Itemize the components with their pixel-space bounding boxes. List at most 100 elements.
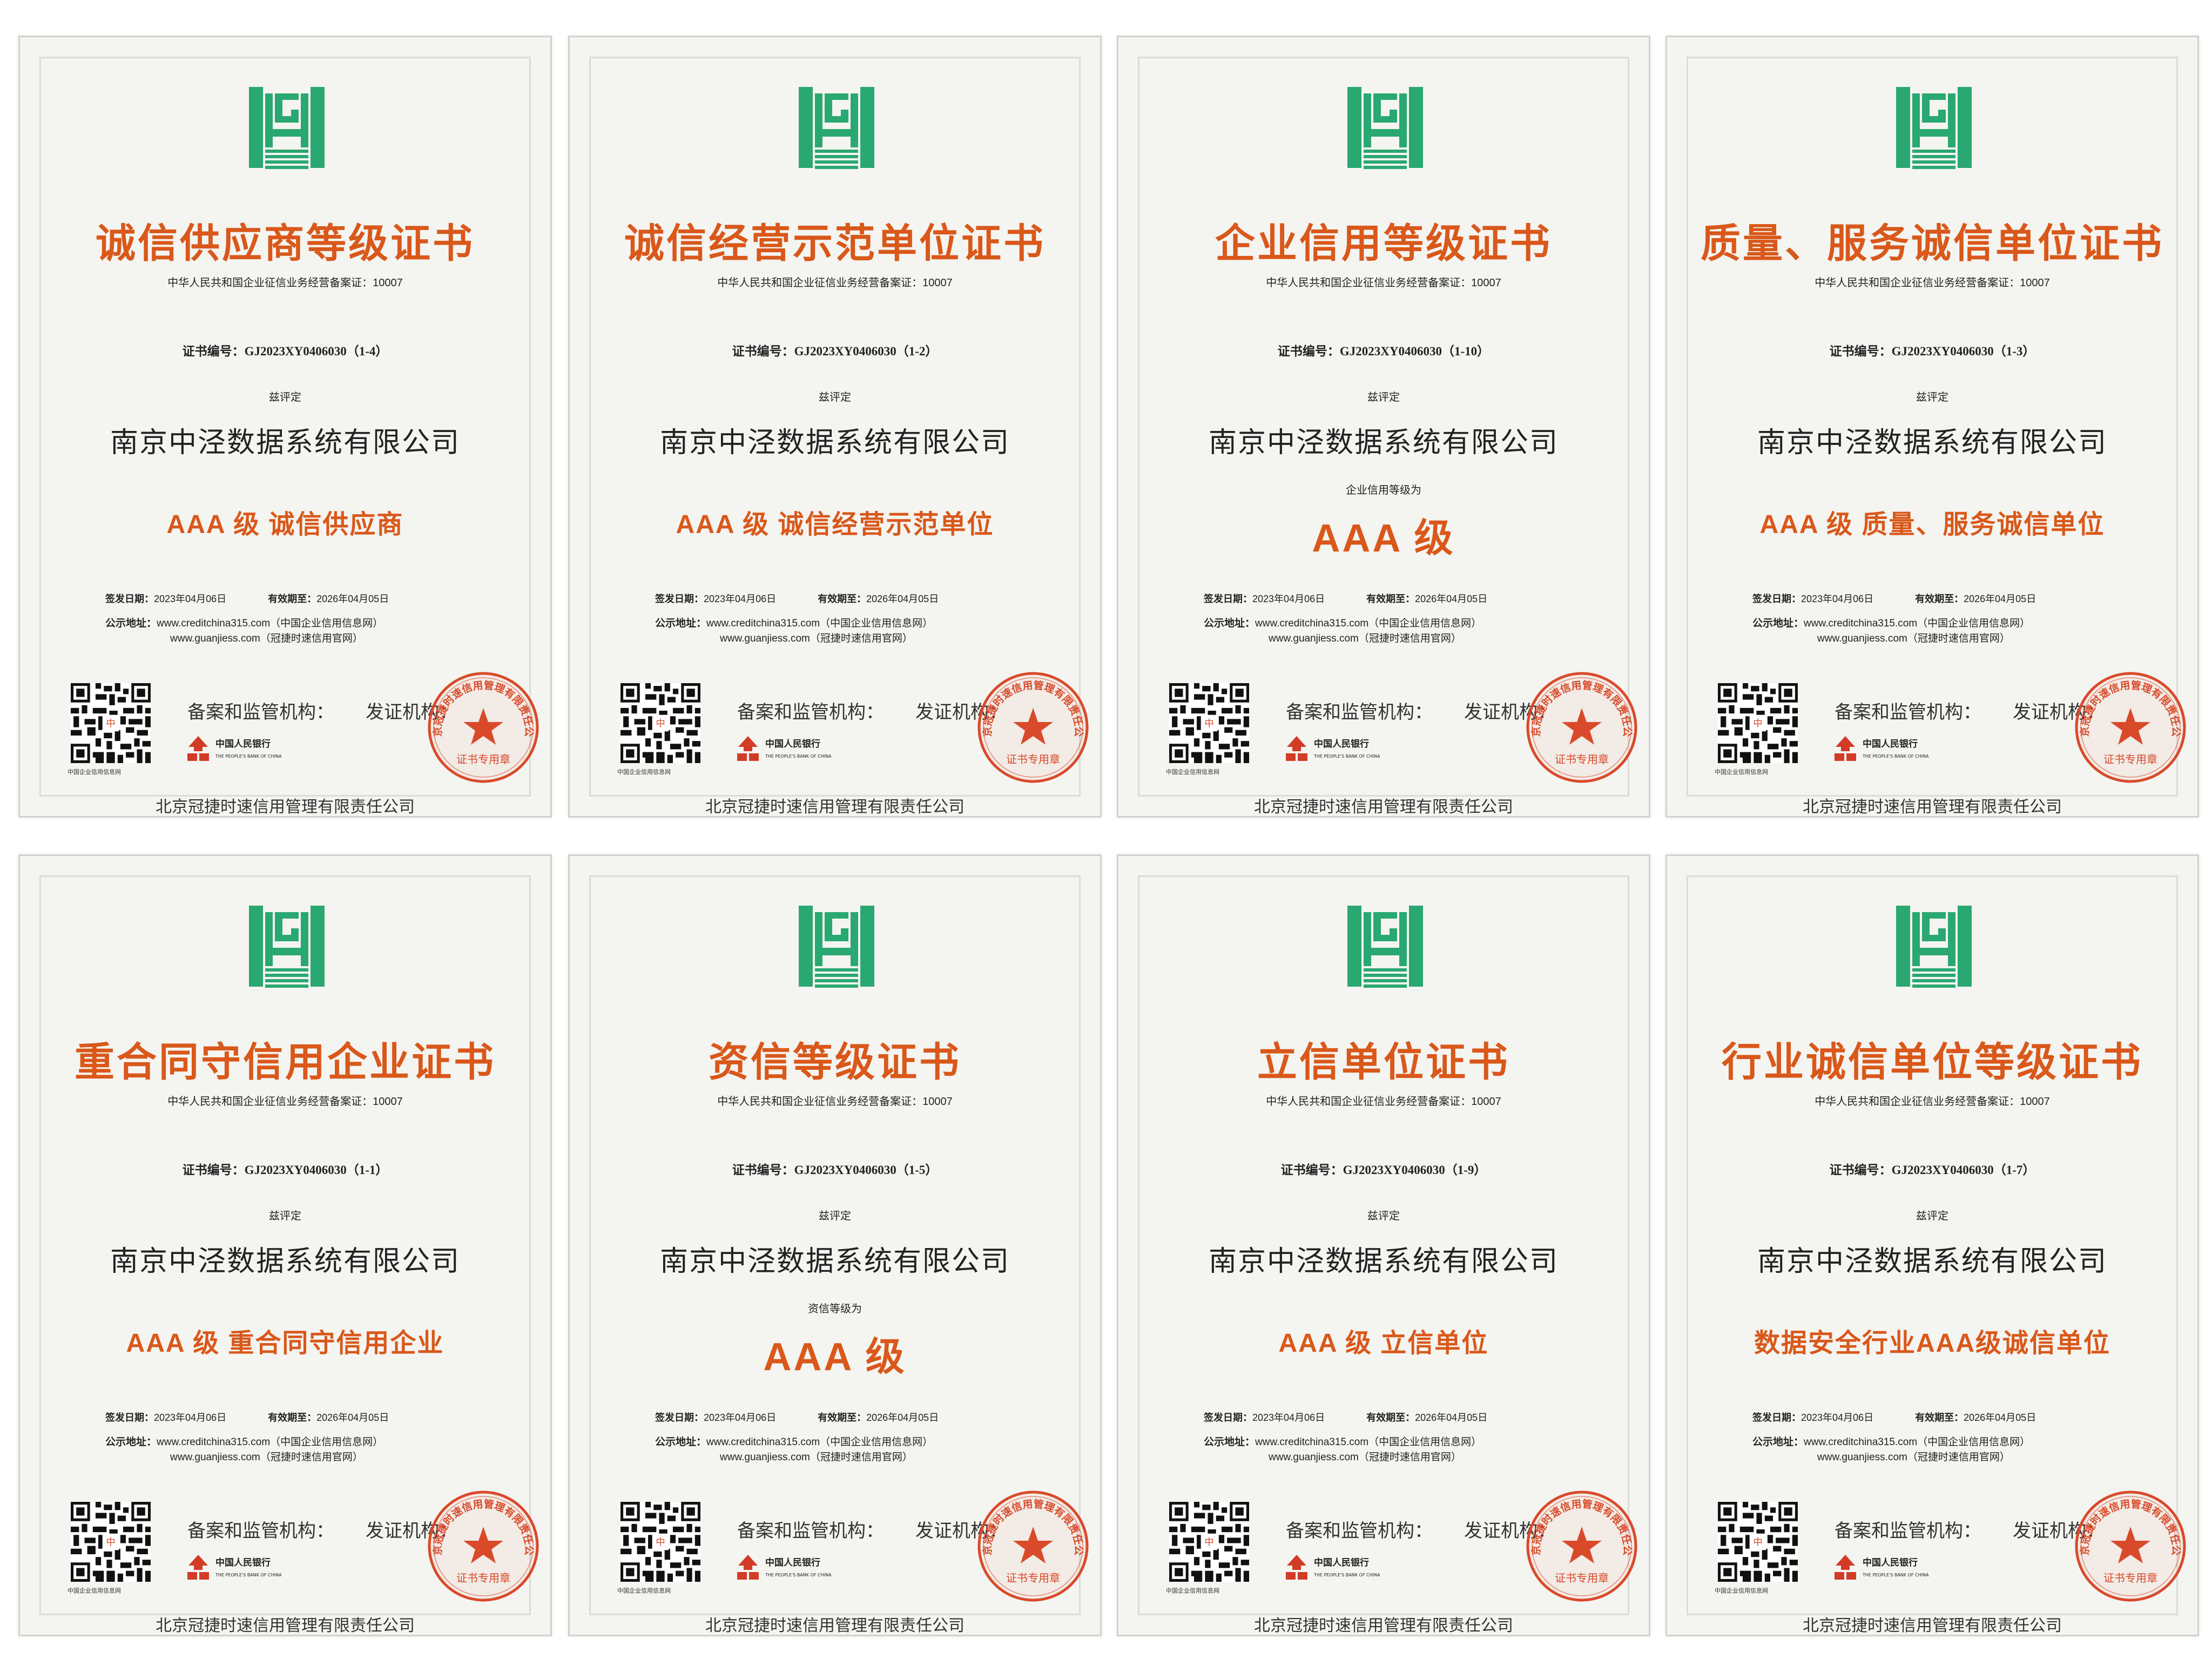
gh-logo-icon <box>249 906 325 988</box>
evaluated-label: 兹评定 <box>1367 1210 1400 1222</box>
certificate-title: 立信单位证书 <box>1257 1040 1510 1084</box>
issue-date: 签发日期：2023年04月06日 <box>105 1412 227 1423</box>
certificate-2: 诚信经营示范单位证书 中华人民共和国企业征信业务经营备案证：10007 证书编号… <box>568 36 1102 818</box>
certificate-1: 诚信供应商等级证书 中华人民共和国企业征信业务经营备案证：10007 证书编号：… <box>18 36 552 818</box>
issue-date: 签发日期：2023年04月06日 <box>105 594 227 604</box>
qr-code-icon[interactable]: 中 <box>71 683 151 763</box>
url-link[interactable]: www.creditchina315.com（中国企业信用信息网） <box>1804 1437 2030 1448</box>
license-number: 中华人民共和国企业征信业务经营备案证：10007 <box>1815 277 2050 289</box>
license-number: 中华人民共和国企业征信业务经营备案证：10007 <box>717 277 953 289</box>
license-number: 中华人民共和国企业征信业务经营备案证：10007 <box>167 277 403 289</box>
credit-level: AAA 级 立信单位 <box>1278 1329 1489 1358</box>
issue-date: 签发日期：2023年04月06日 <box>1752 1412 1874 1423</box>
pboc-logo: 中国人民银行 THE PEOPLE'S BANK OF CHINA <box>1286 1555 1380 1580</box>
pboc-emblem-icon <box>737 736 759 761</box>
company-name: 南京中泾数据系统有限公司 <box>110 1246 460 1277</box>
svg-text:中国人民银行: 中国人民银行 <box>765 1557 820 1568</box>
credit-level: 数据安全行业AAA级诚信单位 <box>1754 1329 2110 1358</box>
evaluated-label: 兹评定 <box>819 1210 851 1222</box>
evaluated-label: 兹评定 <box>819 392 851 403</box>
url-link[interactable]: www.guanjiess.com（冠捷时速信用官网） <box>170 633 363 644</box>
level-note: 企业信用等级为 <box>1346 484 1421 496</box>
issue-date: 签发日期：2023年04月06日 <box>1204 1412 1325 1423</box>
qr-code-icon[interactable]: 中 <box>1169 683 1249 763</box>
public-url: 公示地址：www.creditchina315.com（中国企业信用信息网） w… <box>1204 618 1482 644</box>
gh-logo-icon <box>249 87 325 169</box>
url-link[interactable]: www.guanjiess.com（冠捷时速信用官网） <box>1269 633 1461 644</box>
url-link[interactable]: www.creditchina315.com（中国企业信用信息网） <box>1255 1437 1481 1448</box>
qr-code-icon[interactable]: 中 <box>71 1502 151 1582</box>
public-url: 公示地址：www.creditchina315.com（中国企业信用信息网） w… <box>1752 618 2031 644</box>
url-link[interactable]: www.guanjiess.com（冠捷时速信用官网） <box>720 1452 913 1463</box>
svg-text:THE PEOPLE'S BANK OF CHINA: THE PEOPLE'S BANK OF CHINA <box>1862 1573 1929 1577</box>
url-link[interactable]: www.guanjiess.com（冠捷时速信用官网） <box>720 633 913 644</box>
pboc-logo: 中国人民银行 THE PEOPLE'S BANK OF CHINA <box>1286 736 1380 761</box>
pboc-emblem-icon <box>737 1555 759 1580</box>
svg-text:证书专用章: 证书专用章 <box>456 1572 510 1584</box>
expiry-date: 有效期至：2026年04月05日 <box>268 594 389 604</box>
certificate-number: 证书编号：GJ2023XY0406030（1-1） <box>182 1163 388 1177</box>
pboc-logo: 中国人民银行 THE PEOPLE'S BANK OF CHINA <box>187 1555 282 1580</box>
url-link[interactable]: www.creditchina315.com（中国企业信用信息网） <box>1804 618 2030 629</box>
date-row: 签发日期：2023年04月06日 有效期至：2026年04月05日 <box>655 591 939 605</box>
url-link[interactable]: www.creditchina315.com（中国企业信用信息网） <box>706 618 933 629</box>
issue-date: 签发日期：2023年04月06日 <box>1204 594 1325 604</box>
svg-text:证书专用章: 证书专用章 <box>2103 753 2157 766</box>
qr-code-icon[interactable]: 中 <box>621 683 700 763</box>
certificate-title: 资信等级证书 <box>709 1040 961 1084</box>
svg-text:证书专用章: 证书专用章 <box>1006 1572 1060 1584</box>
svg-text:中国人民银行: 中国人民银行 <box>1314 738 1369 750</box>
qr-caption: 中国企业信用信息网 <box>617 1588 671 1594</box>
regulator-label: 备案和监管机构： <box>1835 703 1981 723</box>
url-link[interactable]: www.guanjiess.com（冠捷时速信用官网） <box>170 1452 363 1463</box>
gh-logo-icon <box>1896 906 1972 988</box>
svg-text:中: 中 <box>656 719 665 730</box>
license-number: 中华人民共和国企业征信业务经营备案证：10007 <box>717 1096 953 1108</box>
gh-logo-icon <box>1896 87 1972 169</box>
credit-level: AAA 级 质量、服务诚信单位 <box>1759 510 2105 539</box>
public-url: 公示地址：www.creditchina315.com（中国企业信用信息网） w… <box>655 1437 933 1463</box>
public-url: 公示地址：www.creditchina315.com（中国企业信用信息网） w… <box>1752 1437 2031 1463</box>
date-row: 签发日期：2023年04月06日 有效期至：2026年04月05日 <box>1204 591 1487 605</box>
qr-code-icon[interactable]: 中 <box>1718 1502 1798 1582</box>
evaluated-label: 兹评定 <box>269 1210 301 1222</box>
license-number: 中华人民共和国企业征信业务经营备案证：10007 <box>1266 1096 1501 1108</box>
qr-caption: 中国企业信用信息网 <box>617 769 671 775</box>
svg-text:中国人民银行: 中国人民银行 <box>215 738 271 750</box>
qr-code-icon[interactable]: 中 <box>621 1502 700 1582</box>
issuer-name: 北京冠捷时速信用管理有限责任公司 <box>1254 798 1513 816</box>
regulator-label: 备案和监管机构： <box>187 1521 334 1541</box>
regulator-label: 备案和监管机构： <box>1286 703 1433 723</box>
certificate-3: 企业信用等级证书 中华人民共和国企业征信业务经营备案证：10007 证书编号：G… <box>1117 36 1650 818</box>
certificate-title: 重合同守信用企业证书 <box>75 1040 496 1084</box>
svg-text:中国人民银行: 中国人民银行 <box>1863 738 1918 750</box>
expiry-date: 有效期至：2026年04月05日 <box>1366 1412 1488 1423</box>
svg-text:中: 中 <box>106 719 115 730</box>
issue-date: 签发日期：2023年04月06日 <box>1752 594 1874 604</box>
svg-text:证书专用章: 证书专用章 <box>1555 753 1609 766</box>
official-seal: 北京冠捷时速信用管理有限责任公司 证书专用章 <box>426 670 539 783</box>
pboc-logo: 中国人民银行 THE PEOPLE'S BANK OF CHINA <box>1835 736 1929 761</box>
regulator-label: 备案和监管机构： <box>187 703 334 723</box>
url-link[interactable]: www.guanjiess.com（冠捷时速信用官网） <box>1269 1452 1461 1463</box>
evaluated-label: 兹评定 <box>1367 392 1400 403</box>
url-link[interactable]: www.guanjiess.com（冠捷时速信用官网） <box>1817 1452 2010 1463</box>
url-link[interactable]: www.creditchina315.com（中国企业信用信息网） <box>706 1437 933 1448</box>
regulator-label: 备案和监管机构： <box>1835 1521 1981 1541</box>
url-link[interactable]: www.guanjiess.com（冠捷时速信用官网） <box>1817 633 2010 644</box>
svg-text:THE PEOPLE'S BANK OF CHINA: THE PEOPLE'S BANK OF CHINA <box>765 1573 832 1577</box>
svg-text:THE PEOPLE'S BANK OF CHINA: THE PEOPLE'S BANK OF CHINA <box>1313 1573 1380 1577</box>
qr-code-icon[interactable]: 中 <box>1169 1502 1249 1582</box>
date-row: 签发日期：2023年04月06日 有效期至：2026年04月05日 <box>655 1410 939 1424</box>
url-link[interactable]: www.creditchina315.com（中国企业信用信息网） <box>157 618 383 629</box>
date-row: 签发日期：2023年04月06日 有效期至：2026年04月05日 <box>1204 1410 1487 1424</box>
url-link[interactable]: www.creditchina315.com（中国企业信用信息网） <box>1255 618 1481 629</box>
credit-level: AAA 级 诚信经营示范单位 <box>676 510 994 539</box>
official-seal: 北京冠捷时速信用管理有限责任公司 证书专用章 <box>1525 670 1637 783</box>
qr-caption: 中国企业信用信息网 <box>68 1588 121 1594</box>
company-name: 南京中泾数据系统有限公司 <box>659 428 1010 458</box>
url-link[interactable]: www.creditchina315.com（中国企业信用信息网） <box>157 1437 383 1448</box>
qr-code-icon[interactable]: 中 <box>1718 683 1798 763</box>
pboc-logo: 中国人民银行 THE PEOPLE'S BANK OF CHINA <box>1835 1555 1929 1580</box>
svg-text:中: 中 <box>1753 719 1762 730</box>
